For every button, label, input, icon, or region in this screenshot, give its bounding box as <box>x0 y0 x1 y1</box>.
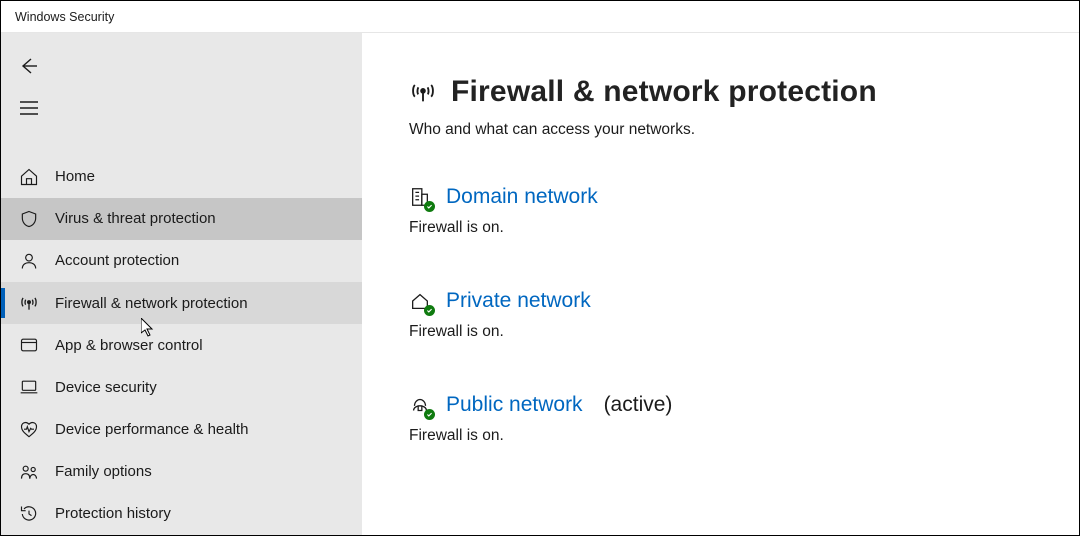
sidebar-item-family[interactable]: Family options <box>1 451 362 493</box>
network-private: Private network Firewall is on. <box>409 289 1079 341</box>
main-content: Firewall & network protection Who and wh… <box>362 33 1079 535</box>
sidebar-item-label: Family options <box>55 463 362 480</box>
window-title: Windows Security <box>15 10 114 24</box>
private-network-link[interactable]: Private network <box>446 289 591 313</box>
active-label: (active) <box>604 393 673 417</box>
heart-rate-icon <box>19 420 39 440</box>
network-status: Firewall is on. <box>409 323 1079 341</box>
sidebar-item-performance[interactable]: Device performance & health <box>1 408 362 450</box>
sidebar-item-device-security[interactable]: Device security <box>1 366 362 408</box>
sidebar-item-virus[interactable]: Virus & threat protection <box>1 198 362 240</box>
family-icon <box>19 462 39 482</box>
window-titlebar: Windows Security <box>1 1 1079 33</box>
sidebar-item-label: App & browser control <box>55 337 362 354</box>
antenna-icon <box>409 78 437 106</box>
check-badge-icon <box>424 201 435 212</box>
back-row <box>1 45 362 87</box>
account-icon <box>19 251 39 271</box>
sidebar-item-label: Protection history <box>55 505 362 522</box>
check-badge-icon <box>424 305 435 316</box>
sidebar-item-account[interactable]: Account protection <box>1 240 362 282</box>
back-arrow-icon <box>17 54 41 78</box>
sidebar-item-label: Device security <box>55 379 362 396</box>
domain-network-link[interactable]: Domain network <box>446 185 598 209</box>
sidebar-item-history[interactable]: Protection history <box>1 493 362 535</box>
sidebar-item-firewall[interactable]: Firewall & network protection <box>1 282 362 324</box>
page-subtitle: Who and what can access your networks. <box>409 121 1079 139</box>
shield-icon <box>19 209 39 229</box>
check-badge-icon <box>424 409 435 420</box>
sidebar-item-label: Firewall & network protection <box>55 295 362 312</box>
app-browser-icon <box>19 335 39 355</box>
history-icon <box>19 504 39 524</box>
network-status: Firewall is on. <box>409 219 1079 237</box>
back-button[interactable] <box>17 54 41 78</box>
private-network-icon <box>409 290 431 312</box>
sidebar-item-home[interactable]: Home <box>1 156 362 198</box>
hamburger-icon <box>17 96 41 120</box>
domain-network-icon <box>409 186 431 208</box>
menu-button[interactable] <box>17 96 41 120</box>
antenna-icon <box>19 293 39 313</box>
laptop-icon <box>19 377 39 397</box>
home-icon <box>19 167 39 187</box>
page-heading-row: Firewall & network protection <box>409 75 1079 109</box>
network-status: Firewall is on. <box>409 427 1079 445</box>
sidebar-item-label: Device performance & health <box>55 421 362 438</box>
menu-row <box>1 87 362 129</box>
public-network-icon <box>409 394 431 416</box>
layout: Home Virus & threat protection Account p… <box>1 33 1079 535</box>
sidebar: Home Virus & threat protection Account p… <box>1 33 362 535</box>
sidebar-item-label: Home <box>55 168 362 185</box>
sidebar-item-label: Account protection <box>55 252 362 269</box>
sidebar-item-app-browser[interactable]: App & browser control <box>1 324 362 366</box>
network-public: Public network (active) Firewall is on. <box>409 393 1079 445</box>
network-domain: Domain network Firewall is on. <box>409 185 1079 237</box>
page-title: Firewall & network protection <box>451 75 877 109</box>
sidebar-item-label: Virus & threat protection <box>55 210 362 227</box>
public-network-link[interactable]: Public network <box>446 393 583 417</box>
